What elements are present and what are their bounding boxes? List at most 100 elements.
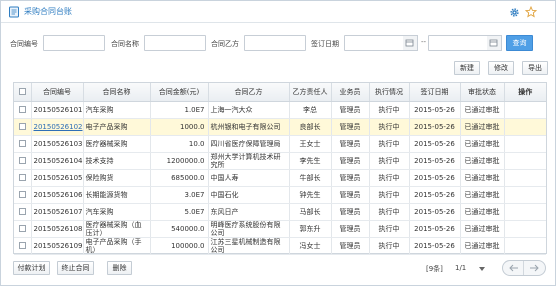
row-checkbox[interactable]: [18, 208, 26, 215]
cell-operation: [504, 237, 546, 255]
table-row[interactable]: 20150526106 长期能源货物 3.0E7 中国石化 钟先生 管理员 执行…: [14, 186, 546, 204]
payment-plan-button[interactable]: 付款计划: [13, 261, 50, 275]
cell-amount: 685000.0: [150, 169, 209, 187]
header-contract-name[interactable]: 合同名称: [83, 83, 151, 102]
cell-amount: 10.0: [150, 135, 209, 153]
chevron-down-icon[interactable]: [479, 267, 485, 271]
cell-contract-no: 20150526103: [31, 135, 84, 153]
cell-party-b: 江苏三星机械制造有限公司: [208, 237, 290, 255]
cell-date: 2015-05-26: [409, 220, 461, 238]
cell-amount: 1200000.0: [150, 152, 209, 170]
cell-approval: 已通过审批: [460, 203, 505, 221]
cell-date: 2015-05-26: [409, 152, 461, 170]
table-row[interactable]: 20150526107 汽车采购 5.0E7 东风日产 马部长 管理员 执行中 …: [14, 203, 546, 221]
title-bar: 采购合同台账: [1, 1, 555, 23]
cell-sales: 管理员: [331, 118, 370, 136]
page-title: 采购合同台账: [24, 7, 72, 16]
cell-contact: 钟先生: [289, 186, 332, 204]
cell-party-b: 明峰医疗系统股份有限公司: [208, 220, 290, 238]
cell-status: 执行中: [369, 186, 410, 204]
star-icon[interactable]: [525, 6, 537, 18]
cell-date: 2015-05-26: [409, 186, 461, 204]
total-count: [9条]: [426, 265, 443, 273]
header-approval[interactable]: 审批状态: [460, 83, 505, 102]
cell-date: 2015-05-26: [409, 169, 461, 187]
header-contract-no[interactable]: 合同编号: [31, 83, 84, 102]
select-all-checkbox[interactable]: [18, 88, 26, 96]
cell-approval: 已通过审批: [460, 169, 505, 187]
cell-status: 执行中: [369, 220, 410, 238]
cell-approval: 已通过审批: [460, 152, 505, 170]
cell-contract-name: 汽车采购: [83, 101, 151, 119]
sign-date-label: 签订日期: [311, 40, 339, 48]
cell-contract-name: 长期能源货物: [83, 186, 151, 204]
date-from-input[interactable]: [344, 35, 404, 51]
next-page-button[interactable]: [525, 261, 546, 275]
cell-contract-name: 电子产品采购: [83, 118, 151, 136]
cell-date: 2015-05-26: [409, 101, 461, 119]
row-checkbox[interactable]: [18, 106, 26, 113]
delete-button[interactable]: 删除: [107, 261, 132, 275]
cell-sales: 管理员: [331, 135, 370, 153]
cell-contract-name: 电子产品采购（手机）: [83, 237, 151, 255]
date-to-input[interactable]: [428, 35, 488, 51]
table-row[interactable]: 20150526103 医疗器械采购 10.0 四川省医疗保障管理局 王女士 管…: [14, 135, 546, 153]
calendar-from-button[interactable]: [403, 35, 418, 51]
header-date[interactable]: 签订日期: [409, 83, 461, 102]
contract-no-input[interactable]: [43, 35, 105, 51]
cell-party-b: 东风日产: [208, 203, 290, 221]
cell-operation: [504, 220, 546, 238]
cell-date: 2015-05-26: [409, 118, 461, 136]
prev-page-button[interactable]: [503, 261, 524, 275]
row-checkbox[interactable]: [18, 225, 26, 232]
header-party-b[interactable]: 合同乙方: [208, 83, 290, 102]
table-row[interactable]: 20150526109 电子产品采购（手机） 100000.0 江苏三星机械制造…: [14, 237, 546, 255]
document-icon: [9, 6, 19, 18]
cell-amount: 540000.0: [150, 220, 209, 238]
table-row[interactable]: 20150526108 医疗器械采购（血压计） 540000.0 明峰医疗系统股…: [14, 220, 546, 238]
cell-amount: 100000.0: [150, 237, 209, 255]
contract-ledger-panel: 采购合同台账 合同编号 合同名称 合同乙方 签订日期 -- 查询 新建 修改 导…: [0, 0, 556, 286]
contract-name-input[interactable]: [144, 35, 206, 51]
cell-operation: [504, 118, 546, 136]
table-row-selected[interactable]: 20150526102 电子产品采购 1000.0 杭州银和电子有限公司 良部长…: [14, 118, 546, 136]
table-row[interactable]: 20150526101 汽车采购 1.0E7 上海一汽大众 李总 管理员 执行中…: [14, 101, 546, 119]
cell-status: 执行中: [369, 135, 410, 153]
cell-approval: 已通过审批: [460, 220, 505, 238]
cell-approval: 已通过审批: [460, 101, 505, 119]
cell-party-b: 中国人寿: [208, 169, 290, 187]
calendar-to-button[interactable]: [487, 35, 502, 51]
terminate-contract-button[interactable]: 终止合同: [57, 261, 94, 275]
new-button[interactable]: 新建: [454, 61, 480, 75]
edit-button[interactable]: 修改: [488, 61, 514, 75]
row-checkbox[interactable]: [18, 191, 26, 198]
gear-icon[interactable]: [509, 7, 520, 18]
row-checkbox[interactable]: [18, 157, 26, 164]
export-button[interactable]: 导出: [522, 61, 548, 75]
cell-approval: 已通过审批: [460, 237, 505, 255]
header-amount[interactable]: 合同金额(元): [150, 83, 209, 102]
row-checkbox[interactable]: [18, 174, 26, 181]
page-indicator[interactable]: 1/1: [455, 264, 466, 272]
contract-no-link[interactable]: 20150526102: [34, 123, 83, 131]
cell-status: 执行中: [369, 101, 410, 119]
cell-party-b: 中国石化: [208, 186, 290, 204]
cell-contract-name: 保险购货: [83, 169, 151, 187]
table-row[interactable]: 20150526104 技术支持 1200000.0 郑州大学计算机技术研究所 …: [14, 152, 546, 170]
search-button[interactable]: 查询: [506, 35, 533, 51]
row-checkbox[interactable]: [18, 140, 26, 147]
table-row[interactable]: 20150526105 保险购货 685000.0 中国人寿 牛部长 管理员 执…: [14, 169, 546, 187]
header-status[interactable]: 执行情况: [369, 83, 410, 102]
cell-contact: 马部长: [289, 203, 332, 221]
cell-contact: 牛部长: [289, 169, 332, 187]
header-contact[interactable]: 乙方责任人: [289, 83, 332, 102]
cell-sales: 管理员: [331, 101, 370, 119]
party-b-input[interactable]: [244, 35, 306, 51]
select-all-cell[interactable]: [14, 83, 32, 102]
cell-party-b: 郑州大学计算机技术研究所: [208, 152, 290, 170]
row-checkbox[interactable]: [18, 123, 26, 130]
cell-contract-no: 20150526101: [31, 101, 84, 119]
pager: [502, 260, 546, 276]
header-sales[interactable]: 业务员: [331, 83, 370, 102]
row-checkbox[interactable]: [18, 242, 26, 249]
